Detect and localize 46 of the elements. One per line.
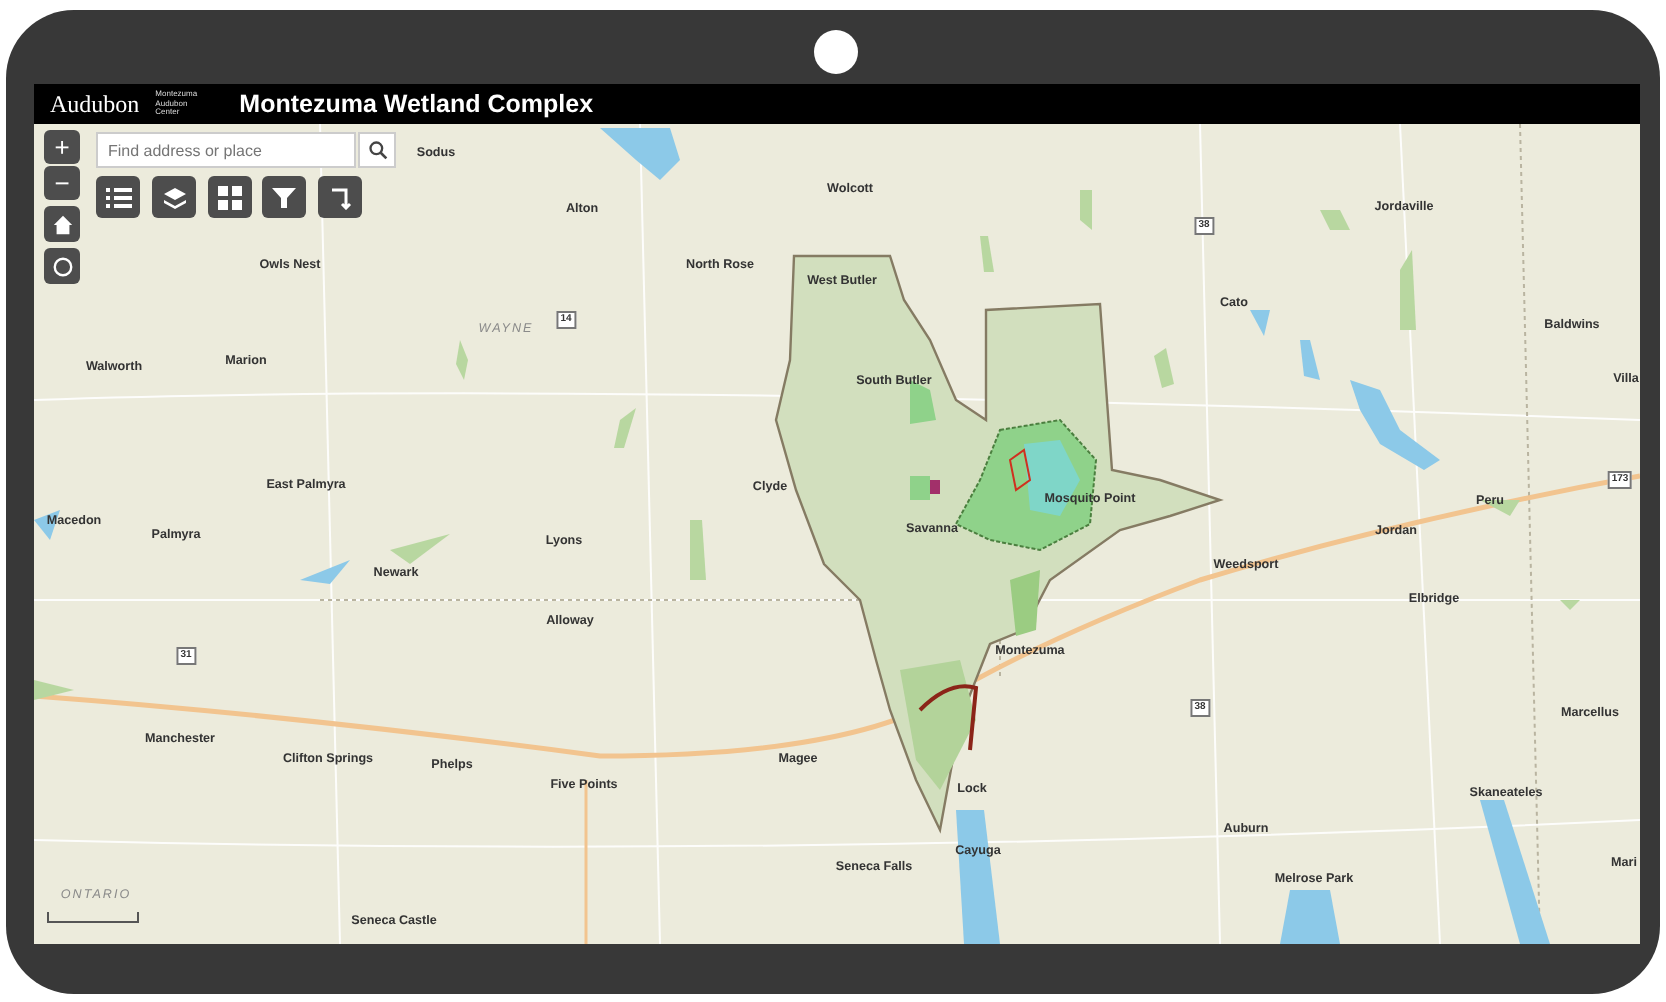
wetland-patch xyxy=(1010,570,1040,636)
wetland-patch xyxy=(980,236,994,272)
lake xyxy=(1280,890,1340,944)
home-button[interactable] xyxy=(44,206,80,242)
lake xyxy=(1350,380,1440,470)
wetland-patch xyxy=(1400,250,1416,330)
wetland-patch xyxy=(1080,190,1092,230)
app-title: Montezuma Wetland Complex xyxy=(239,87,594,122)
zoom-out-button[interactable]: − xyxy=(44,166,80,200)
wetland-patch xyxy=(456,340,468,380)
filter-icon xyxy=(272,185,296,209)
scale-bar xyxy=(46,910,142,926)
wetland-patch xyxy=(390,534,450,564)
wetland-patch xyxy=(690,520,706,580)
measure-button[interactable] xyxy=(318,176,362,218)
wetland-patch xyxy=(1560,600,1580,610)
wetland-patch xyxy=(34,680,74,700)
filter-button[interactable] xyxy=(262,176,306,218)
list-icon xyxy=(105,185,131,209)
basemap-button[interactable] xyxy=(208,176,252,218)
lake xyxy=(1480,800,1550,944)
legend-button[interactable] xyxy=(96,176,140,218)
layers-icon xyxy=(161,185,187,209)
lake xyxy=(1250,310,1270,336)
wetland-patch xyxy=(1320,210,1350,230)
layers-button[interactable] xyxy=(152,176,196,218)
locate-button[interactable] xyxy=(44,248,80,284)
search-button[interactable] xyxy=(358,132,396,168)
lake xyxy=(300,560,350,584)
home-icon xyxy=(51,213,73,235)
zoom-in-button[interactable]: + xyxy=(44,130,80,164)
wetland-unit xyxy=(954,418,1098,552)
camera-dot xyxy=(814,30,858,74)
corner-arrow-icon xyxy=(329,185,351,209)
lake xyxy=(600,128,680,180)
logo-text: Audubon xyxy=(50,88,140,122)
search-field[interactable]: Find address or place xyxy=(96,132,356,168)
wetland-patch xyxy=(910,476,940,500)
grid-icon xyxy=(218,185,242,209)
wetland-patch xyxy=(1154,348,1174,388)
wetland-patch xyxy=(1480,500,1520,516)
lake xyxy=(956,810,1000,944)
wetland-patch xyxy=(614,408,636,448)
lake xyxy=(1300,340,1320,380)
locate-icon xyxy=(51,255,73,277)
search-icon xyxy=(367,140,387,160)
